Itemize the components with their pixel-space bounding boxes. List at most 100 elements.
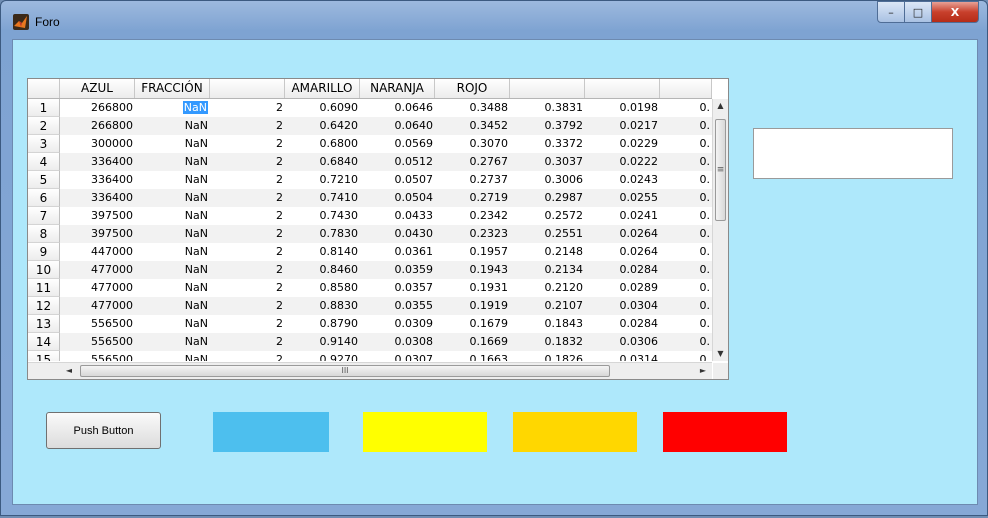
row-number[interactable]: 15 bbox=[28, 351, 60, 361]
table-cell[interactable]: 0.8830 bbox=[285, 297, 360, 315]
column-header[interactable] bbox=[210, 79, 285, 98]
row-number[interactable]: 4 bbox=[28, 153, 60, 171]
table-cell[interactable]: 0.1826 bbox=[510, 351, 585, 361]
table-cell[interactable]: 0.9270 bbox=[285, 351, 360, 361]
vertical-scroll-thumb[interactable]: ≡ bbox=[715, 119, 726, 221]
table-cell[interactable]: 0.2551 bbox=[510, 225, 585, 243]
table-cell[interactable]: 0.0243 bbox=[585, 171, 660, 189]
table-cell[interactable]: 2 bbox=[210, 333, 285, 351]
table-cell[interactable]: 0.1832 bbox=[510, 333, 585, 351]
table-cell[interactable]: 0.2737 bbox=[435, 171, 510, 189]
table-cell[interactable]: 477000 bbox=[60, 279, 135, 297]
row-number[interactable]: 13 bbox=[28, 315, 60, 333]
table-cell[interactable]: 0.3452 bbox=[435, 117, 510, 135]
table-cell[interactable]: 0.0640 bbox=[360, 117, 435, 135]
table-cell[interactable]: 0.3372 bbox=[510, 135, 585, 153]
table-cell[interactable]: 0.0284 bbox=[585, 261, 660, 279]
column-header[interactable]: FRACCIÓN bbox=[135, 79, 210, 98]
table-row[interactable]: 15 556500 NaN 2 0.9270 0.0307 0.1663 0.1826 0.03… bbox=[28, 351, 712, 361]
table-cell[interactable]: NaN bbox=[135, 279, 210, 297]
table-cell[interactable]: 0.7210 bbox=[285, 171, 360, 189]
scroll-right-icon[interactable]: ► bbox=[696, 363, 710, 379]
table-cell[interactable]: 2 bbox=[210, 279, 285, 297]
table-cell[interactable]: 0.2134 bbox=[510, 261, 585, 279]
table-cell[interactable]: NaN bbox=[135, 351, 210, 361]
table-cell[interactable]: 0.0217 bbox=[585, 117, 660, 135]
table-cell[interactable]: 0.0307 bbox=[360, 351, 435, 361]
table-cell[interactable]: NaN bbox=[135, 225, 210, 243]
table-cell[interactable]: 0.0198 bbox=[585, 99, 660, 117]
table-cell[interactable]: 0.0241 bbox=[585, 207, 660, 225]
table-cell[interactable]: 0.0264 bbox=[585, 243, 660, 261]
table-cell[interactable]: 0. bbox=[660, 189, 712, 207]
row-number[interactable]: 2 bbox=[28, 117, 60, 135]
table-cell[interactable]: 0.1943 bbox=[435, 261, 510, 279]
table-cell[interactable]: 0. bbox=[660, 135, 712, 153]
table-cell[interactable]: 397500 bbox=[60, 207, 135, 225]
row-number[interactable]: 5 bbox=[28, 171, 60, 189]
table-cell[interactable]: 2 bbox=[210, 315, 285, 333]
table-cell[interactable]: 0. bbox=[660, 225, 712, 243]
table-row[interactable]: 6 336400 NaN 2 0.7410 0.0504 0.2719 0.2987 0.025… bbox=[28, 189, 712, 207]
table-cell[interactable]: 0.0512 bbox=[360, 153, 435, 171]
table-row[interactable]: 7 397500 NaN 2 0.7430 0.0433 0.2342 0.2572 0.024… bbox=[28, 207, 712, 225]
table-cell[interactable]: 0.1679 bbox=[435, 315, 510, 333]
row-number[interactable]: 3 bbox=[28, 135, 60, 153]
table-cell[interactable]: 0.2323 bbox=[435, 225, 510, 243]
table-cell[interactable]: 0.0361 bbox=[360, 243, 435, 261]
table-row[interactable]: 12 477000 NaN 2 0.8830 0.0355 0.1919 0.2107 0.03… bbox=[28, 297, 712, 315]
table-cell[interactable]: 0. bbox=[660, 315, 712, 333]
row-number[interactable]: 11 bbox=[28, 279, 60, 297]
row-number[interactable]: 14 bbox=[28, 333, 60, 351]
table-row[interactable]: 1 266800 NaN 2 0.6090 0.0646 0.3488 0.3831 0.019… bbox=[28, 99, 712, 117]
table-cell[interactable]: 2 bbox=[210, 225, 285, 243]
scroll-left-icon[interactable]: ◄ bbox=[62, 363, 76, 379]
horizontal-scroll-thumb[interactable]: III bbox=[80, 365, 610, 377]
table-row[interactable]: 3 300000 NaN 2 0.6800 0.0569 0.3070 0.3372 0.022… bbox=[28, 135, 712, 153]
table-cell[interactable]: 266800 bbox=[60, 99, 135, 117]
table-cell[interactable]: 0.3037 bbox=[510, 153, 585, 171]
title-bar[interactable]: Foro – □ X bbox=[1, 1, 987, 37]
table-cell[interactable]: 0. bbox=[660, 207, 712, 225]
push-button[interactable]: Push Button bbox=[46, 412, 161, 449]
table-cell[interactable]: 397500 bbox=[60, 225, 135, 243]
table-cell[interactable]: 0.0308 bbox=[360, 333, 435, 351]
table-row[interactable]: 5 336400 NaN 2 0.7210 0.0507 0.2737 0.3006 0.024… bbox=[28, 171, 712, 189]
column-header[interactable]: ROJO bbox=[435, 79, 510, 98]
table-cell[interactable]: 0.0357 bbox=[360, 279, 435, 297]
table-cell[interactable]: 0.0289 bbox=[585, 279, 660, 297]
table-cell[interactable]: 0.2719 bbox=[435, 189, 510, 207]
table-cell[interactable]: NaN bbox=[135, 297, 210, 315]
table-cell[interactable]: NaN bbox=[135, 189, 210, 207]
table-cell[interactable]: 0. bbox=[660, 243, 712, 261]
table-cell[interactable]: 0.0264 bbox=[585, 225, 660, 243]
table-cell[interactable]: NaN bbox=[135, 315, 210, 333]
row-number[interactable]: 9 bbox=[28, 243, 60, 261]
table-cell[interactable]: 556500 bbox=[60, 333, 135, 351]
table-cell[interactable]: 0.2120 bbox=[510, 279, 585, 297]
table-cell[interactable]: 0.8580 bbox=[285, 279, 360, 297]
table-cell[interactable]: 0.0222 bbox=[585, 153, 660, 171]
table-cell[interactable]: 0.2148 bbox=[510, 243, 585, 261]
table-cell[interactable]: 0.1663 bbox=[435, 351, 510, 361]
maximize-button[interactable]: □ bbox=[905, 1, 932, 23]
table-cell[interactable]: 556500 bbox=[60, 351, 135, 361]
table-cell[interactable]: 0.1843 bbox=[510, 315, 585, 333]
table-cell[interactable]: 0.0504 bbox=[360, 189, 435, 207]
table-row[interactable]: 10 477000 NaN 2 0.8460 0.0359 0.1943 0.2134 0.02… bbox=[28, 261, 712, 279]
table-row[interactable]: 14 556500 NaN 2 0.9140 0.0308 0.1669 0.1832 0.03… bbox=[28, 333, 712, 351]
column-header[interactable] bbox=[660, 79, 712, 98]
column-header[interactable] bbox=[585, 79, 660, 98]
table-cell[interactable]: 0. bbox=[660, 351, 712, 361]
table-cell[interactable]: NaN bbox=[135, 333, 210, 351]
table-cell[interactable]: 0.0646 bbox=[360, 99, 435, 117]
table-cell[interactable]: 0.3006 bbox=[510, 171, 585, 189]
table-cell[interactable]: 2 bbox=[210, 351, 285, 361]
table-cell[interactable]: 0.2987 bbox=[510, 189, 585, 207]
table-cell[interactable]: 2 bbox=[210, 117, 285, 135]
column-header[interactable] bbox=[510, 79, 585, 98]
table-cell[interactable]: 0.0309 bbox=[360, 315, 435, 333]
table-cell[interactable]: 0. bbox=[660, 261, 712, 279]
table-cell[interactable]: 0.3070 bbox=[435, 135, 510, 153]
minimize-button[interactable]: – bbox=[877, 1, 905, 23]
